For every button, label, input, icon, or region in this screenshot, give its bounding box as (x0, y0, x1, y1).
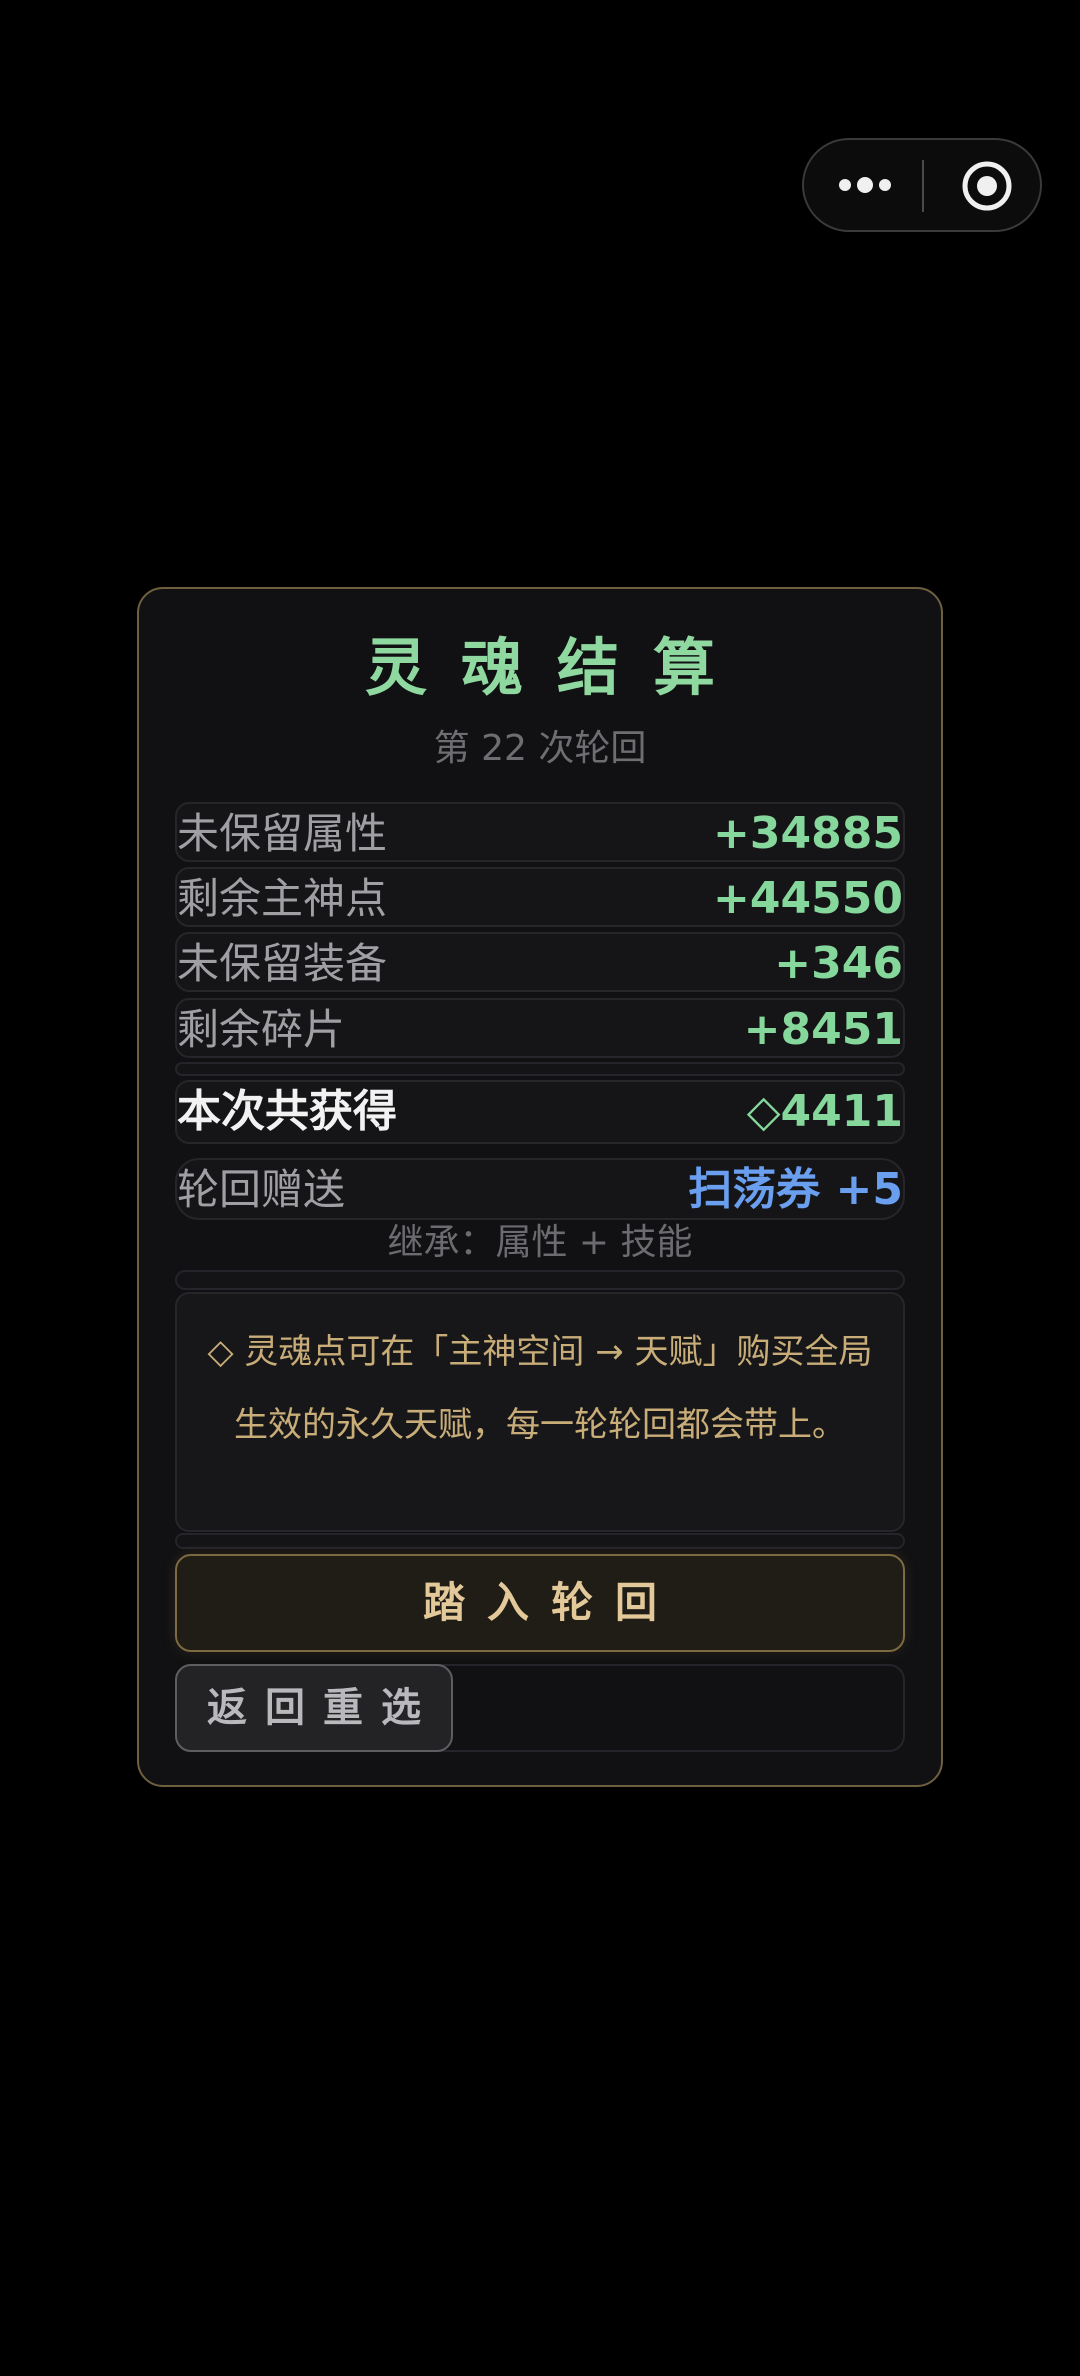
row-separator (175, 1062, 905, 1076)
section-separator (175, 1270, 905, 1290)
total-label: 本次共获得 (177, 1086, 397, 1137)
reward-row-points: 剩余主神点 +44550 (175, 867, 905, 927)
row-value: +34885 (713, 808, 903, 859)
capsule-divider (922, 160, 924, 212)
reward-row-total: 本次共获得 ◇4411 (175, 1080, 905, 1144)
row-value: +346 (774, 938, 903, 989)
inherit-text: 继承：属性 + 技能 (387, 1222, 693, 1263)
soul-point-note: ◇ 灵魂点可在「主神空间 → 天赋」购买全局生效的永久天赋，每一轮轮回都会带上。 (175, 1292, 905, 1532)
target-close-icon[interactable] (959, 140, 1015, 230)
screen: 灵魂结算 第 22 次轮回 未保留属性 +34885 剩余主神点 +44550 … (0, 0, 1080, 2376)
row-value: +44550 (713, 873, 903, 924)
reward-row-equipment: 未保留装备 +346 (175, 932, 905, 992)
dialog-title: 灵魂结算 (364, 631, 749, 704)
back-reselect-button[interactable]: 返回重选 (175, 1664, 453, 1752)
reward-row-attributes: 未保留属性 +34885 (175, 802, 905, 862)
total-value: ◇4411 (746, 1086, 903, 1137)
row-label: 剩余主神点 (177, 874, 388, 923)
row-value: +8451 (743, 1004, 903, 1055)
enter-reincarnation-button[interactable]: 踏入轮回 (175, 1554, 905, 1652)
reward-row-fragments: 剩余碎片 +8451 (175, 998, 905, 1058)
more-dots-icon[interactable] (837, 140, 893, 230)
section-separator (175, 1533, 905, 1549)
dialog-subtitle: 第 22 次轮回 (433, 728, 647, 769)
row-label: 未保留装备 (177, 939, 388, 988)
gift-label: 轮回赠送 (177, 1165, 346, 1214)
row-label: 未保留属性 (177, 809, 388, 858)
gift-value: 扫荡券 +5 (688, 1164, 903, 1215)
reward-row-gift: 轮回赠送 扫荡券 +5 (175, 1158, 905, 1220)
row-label: 剩余碎片 (177, 1005, 346, 1054)
miniprogram-capsule (802, 138, 1042, 232)
